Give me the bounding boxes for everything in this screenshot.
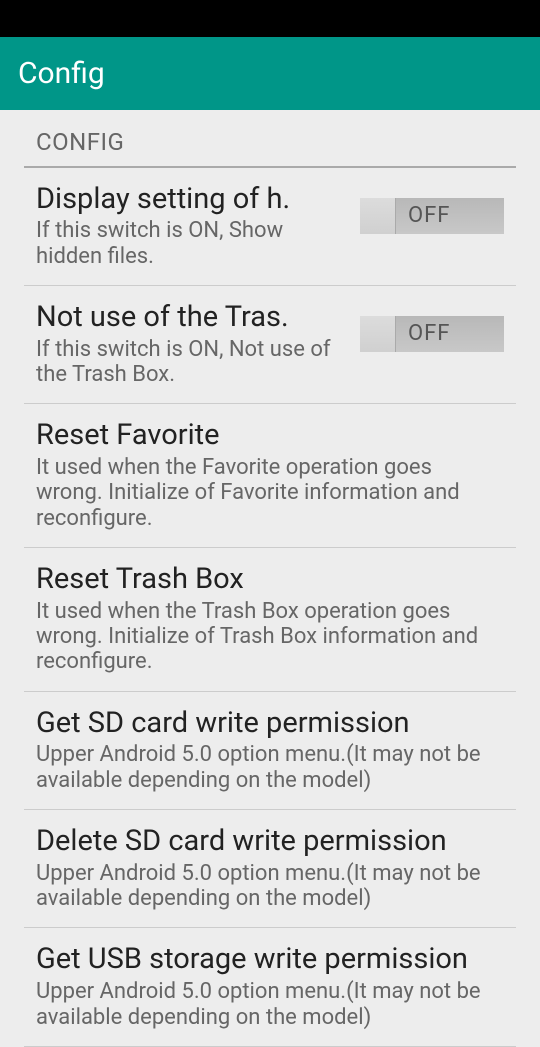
settings-content: CONFIG Display setting of h. If this swi…	[0, 110, 540, 1047]
toggle-not-use-trash[interactable]: OFF	[360, 316, 504, 352]
status-bar	[0, 0, 540, 37]
setting-title: Get SD card write permission	[36, 706, 494, 741]
section-label: CONFIG	[24, 110, 516, 166]
setting-subtitle: If this switch is ON, Not use of the Tra…	[36, 337, 350, 388]
setting-subtitle: Upper Android 5.0 option menu.(It may no…	[36, 979, 494, 1030]
setting-subtitle: If this switch is ON, Show hidden files.	[36, 218, 350, 269]
switch-state-label: OFF	[408, 321, 450, 346]
setting-text: Get USB storage write permission Upper A…	[36, 942, 504, 1029]
switch-thumb	[360, 316, 396, 352]
setting-reset-trash[interactable]: Reset Trash Box It used when the Trash B…	[24, 548, 516, 692]
setting-subtitle: It used when the Favorite operation goes…	[36, 455, 494, 531]
setting-text: Reset Favorite It used when the Favorite…	[36, 418, 504, 531]
setting-subtitle: Upper Android 5.0 option menu.(It may no…	[36, 861, 494, 912]
toggle-display-hidden[interactable]: OFF	[360, 198, 504, 234]
setting-title: Reset Trash Box	[36, 562, 494, 597]
setting-text: Not use of the Tras. If this switch is O…	[36, 300, 360, 387]
setting-title: Reset Favorite	[36, 418, 494, 453]
setting-subtitle: Upper Android 5.0 option menu.(It may no…	[36, 742, 494, 793]
setting-subtitle: It used when the Trash Box operation goe…	[36, 599, 494, 675]
app-header: Config	[0, 37, 540, 110]
setting-get-usb-permission[interactable]: Get USB storage write permission Upper A…	[24, 928, 516, 1046]
switch-thumb	[360, 198, 396, 234]
switch-state-label: OFF	[408, 203, 450, 228]
setting-text: Reset Trash Box It used when the Trash B…	[36, 562, 504, 675]
setting-title: Display setting of h.	[36, 182, 350, 217]
setting-text: Display setting of h. If this switch is …	[36, 182, 360, 269]
setting-text: Get SD card write permission Upper Andro…	[36, 706, 504, 793]
setting-delete-sd-permission[interactable]: Delete SD card write permission Upper An…	[24, 810, 516, 928]
page-title: Config	[18, 56, 105, 91]
setting-text: Delete SD card write permission Upper An…	[36, 824, 504, 911]
setting-not-use-trash[interactable]: Not use of the Tras. If this switch is O…	[24, 286, 516, 404]
setting-get-sd-permission[interactable]: Get SD card write permission Upper Andro…	[24, 692, 516, 810]
setting-title: Delete SD card write permission	[36, 824, 494, 859]
setting-title: Not use of the Tras.	[36, 300, 350, 335]
setting-reset-favorite[interactable]: Reset Favorite It used when the Favorite…	[24, 404, 516, 548]
setting-display-hidden[interactable]: Display setting of h. If this switch is …	[24, 168, 516, 286]
